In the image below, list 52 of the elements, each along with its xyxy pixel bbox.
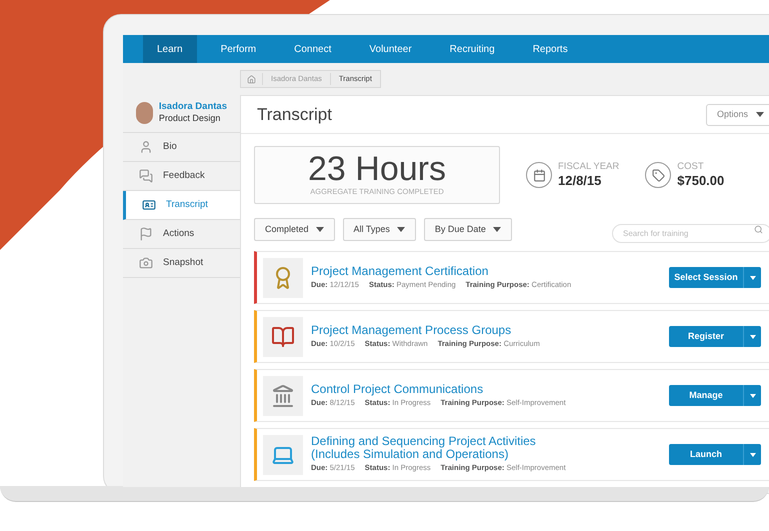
flag-icon bbox=[139, 227, 153, 242]
filter-dropdown[interactable]: Completed bbox=[254, 218, 335, 241]
action-button[interactable]: Manage bbox=[669, 385, 743, 406]
caret-icon bbox=[492, 227, 501, 232]
page-title: Transcript bbox=[257, 104, 332, 126]
id-card-icon bbox=[142, 198, 156, 212]
profile-role: Product Design bbox=[158, 112, 222, 124]
nav-tab[interactable]: Perform bbox=[206, 35, 270, 63]
sidebar-item[interactable]: Transcript bbox=[123, 191, 240, 220]
action-button[interactable]: Register bbox=[669, 326, 743, 347]
stat-label: FISCAL YEAR bbox=[558, 160, 620, 173]
caret-icon bbox=[750, 276, 756, 280]
split-button[interactable]: Launch bbox=[669, 444, 761, 465]
training-title[interactable]: Project Management Process Groups bbox=[311, 324, 561, 337]
caret-icon bbox=[316, 227, 324, 232]
caret-icon bbox=[750, 452, 756, 456]
filter-dropdown[interactable]: All Types bbox=[342, 218, 416, 241]
avatar bbox=[136, 102, 153, 124]
search-icon[interactable] bbox=[754, 225, 763, 234]
action-button[interactable]: Launch bbox=[669, 444, 743, 465]
filter-dropdown[interactable]: By Due Date bbox=[424, 218, 512, 241]
chat-bubbles-icon bbox=[139, 169, 153, 184]
action-button[interactable]: Select Session bbox=[669, 267, 743, 288]
profile-name[interactable]: Isadora Dantas bbox=[158, 101, 227, 113]
caret-icon bbox=[750, 394, 756, 398]
caret-icon bbox=[750, 334, 756, 338]
training-title[interactable]: Project Management Certification bbox=[311, 264, 561, 278]
camera-icon bbox=[139, 256, 153, 270]
training-title[interactable]: Defining and Sequencing Project Activities (Includes Simulation and Operations) bbox=[311, 435, 561, 462]
nav-tab[interactable]: Reports bbox=[518, 35, 582, 63]
nav-tab[interactable]: Volunteer bbox=[355, 35, 426, 63]
stat-value: 12/8/15 bbox=[558, 172, 602, 190]
person-icon bbox=[139, 140, 153, 154]
nav-tab[interactable]: Connect bbox=[280, 35, 346, 63]
split-button[interactable]: Register bbox=[669, 326, 761, 347]
caret-icon bbox=[756, 112, 764, 117]
stat-label: COST bbox=[677, 160, 705, 173]
stat-value: $750.00 bbox=[677, 172, 724, 190]
options-button[interactable]: Options bbox=[706, 104, 769, 126]
nav-tab[interactable]: Learn bbox=[143, 35, 197, 63]
caret-icon bbox=[396, 227, 405, 232]
home-icon[interactable] bbox=[247, 74, 256, 84]
split-button[interactable]: Manage bbox=[669, 385, 761, 406]
price-tag-icon bbox=[645, 162, 672, 188]
building-columns-icon bbox=[271, 384, 295, 408]
search-field[interactable]: Search for training bbox=[612, 224, 769, 243]
calendar-icon bbox=[526, 162, 552, 188]
books-icon bbox=[271, 324, 295, 348]
training-title[interactable]: Control Project Communications bbox=[311, 382, 561, 396]
nav-tab[interactable]: Recruiting bbox=[436, 35, 509, 63]
hours-total: 23 Hours bbox=[308, 152, 446, 186]
split-button[interactable]: Select Session bbox=[669, 267, 761, 288]
